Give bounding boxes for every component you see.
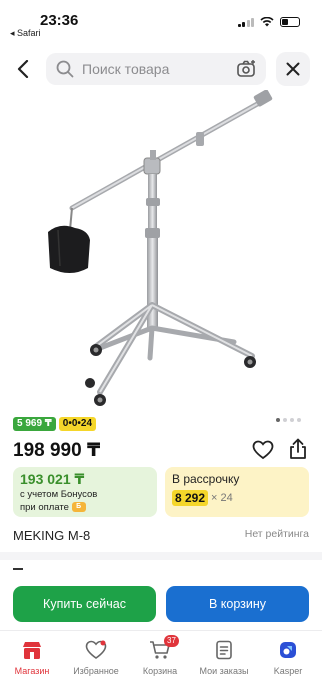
- back-to-safari-link[interactable]: ◂ Safari: [10, 28, 41, 39]
- pagination-dot: [283, 418, 287, 422]
- battery-icon: [280, 17, 300, 27]
- installment-amount: 8 292: [172, 490, 209, 506]
- bonus-note-payment: при оплате: [20, 502, 69, 513]
- tab-orders[interactable]: Мои заказы: [192, 639, 256, 676]
- share-icon[interactable]: [288, 438, 308, 460]
- back-button[interactable]: [10, 56, 36, 82]
- tab-favorites[interactable]: Избранное: [64, 639, 128, 676]
- chevron-left-icon: [17, 60, 29, 78]
- bonus-price-card[interactable]: 193 021 ₸ с учетом Бонусов при оплате Б: [13, 467, 157, 517]
- monthly-price-badge: 5 969 ₸: [13, 417, 56, 431]
- add-to-cart-button[interactable]: В корзину: [166, 586, 309, 622]
- wifi-icon: [260, 17, 274, 27]
- clock: 23:36: [40, 12, 79, 29]
- heart-icon[interactable]: [252, 440, 274, 460]
- search-placeholder: Поиск товара: [82, 61, 170, 77]
- camera-icon[interactable]: [236, 58, 258, 80]
- tab-label: Магазин: [14, 666, 50, 676]
- installment-months: × 24: [211, 492, 233, 504]
- tab-cart[interactable]: 37 Корзина: [128, 635, 192, 676]
- bonus-price: 193 021 ₸: [20, 471, 85, 487]
- installment-card[interactable]: В рассрочку 8 292 × 24: [165, 467, 309, 517]
- status-bar: 23:36 ◂ Safari: [0, 0, 322, 40]
- search-header: Поиск товара: [0, 48, 322, 90]
- tab-label: Мои заказы: [199, 666, 249, 676]
- orders-icon: [216, 640, 232, 660]
- tab-label: Kasper: [273, 666, 303, 676]
- rating-status[interactable]: Нет рейтинга: [245, 528, 309, 540]
- gallery-pagination: [276, 418, 301, 422]
- kasper-icon: [280, 642, 296, 658]
- tab-shop[interactable]: Магазин: [0, 639, 64, 676]
- product-image[interactable]: [0, 89, 322, 410]
- shop-icon: [23, 642, 41, 659]
- heart-icon: [85, 640, 107, 659]
- section-dash: [13, 568, 23, 570]
- installment-title: В рассрочку: [172, 472, 240, 486]
- signal-icon: [237, 17, 254, 27]
- pagination-dot: [297, 418, 301, 422]
- search-icon: [56, 60, 74, 78]
- close-icon: [286, 62, 300, 76]
- bonus-coin-icon: Б: [71, 502, 86, 513]
- section-divider: [0, 552, 322, 560]
- pagination-dot: [290, 418, 294, 422]
- installment-badge: 0•0•24: [58, 417, 97, 431]
- product-name: MEKING M-8: [13, 528, 91, 543]
- tab-label: Избранное: [73, 666, 119, 676]
- close-button[interactable]: [276, 52, 310, 86]
- tab-kasper[interactable]: Kasper: [256, 639, 320, 676]
- cart-count-badge: 37: [164, 635, 179, 647]
- price-badges: 5 969 ₸ 0•0•24: [13, 417, 97, 431]
- pagination-dot: [276, 418, 280, 422]
- search-input[interactable]: Поиск товара: [46, 53, 266, 85]
- buy-now-button[interactable]: Купить сейчас: [13, 586, 156, 622]
- bonus-note: с учетом Бонусов: [20, 489, 98, 500]
- product-price: 198 990 ₸: [13, 440, 101, 461]
- boom-stand-illustration: [48, 89, 273, 406]
- bottom-tab-bar: Магазин Избранное 37 Корзина Мои заказы …: [0, 630, 322, 700]
- tab-label: Корзина: [142, 666, 178, 676]
